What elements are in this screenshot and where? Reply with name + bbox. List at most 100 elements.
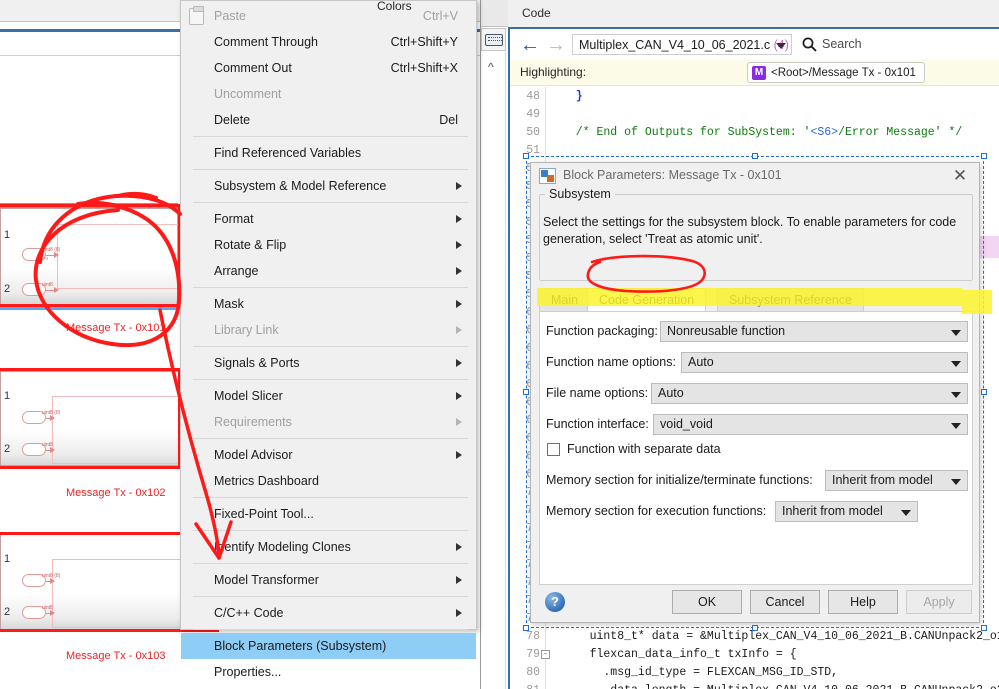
resize-handle-tr[interactable]: [981, 153, 987, 159]
paste-icon: [189, 6, 204, 25]
code-line: uint8_t* data = &Multiplex_CAN_V4_10_06_…: [562, 630, 999, 643]
resize-handle-mr[interactable]: [981, 389, 987, 395]
dialog-tabs[interactable]: Main Code Generation Subsystem Reference: [539, 288, 973, 312]
fold-toggle-icon[interactable]: -: [541, 650, 550, 659]
line-number: 79: [526, 648, 540, 661]
highlight-scope-chip[interactable]: M <Root>/Message Tx - 0x101: [747, 62, 925, 83]
menu-item-label: Properties...: [214, 665, 282, 679]
menu-item-model-transformer[interactable]: Model Transformer: [181, 567, 476, 593]
help-button[interactable]: Help: [828, 590, 898, 614]
menu-item-rotate-flip[interactable]: Rotate & Flip: [181, 232, 476, 258]
menu-item-properties[interactable]: Properties...: [181, 659, 476, 685]
menu-item-subsystem-model-reference[interactable]: Subsystem & Model Reference: [181, 173, 476, 199]
menu-item-mask[interactable]: Mask: [181, 291, 476, 317]
resize-handle-tl[interactable]: [523, 153, 529, 159]
menu-item-model-advisor[interactable]: Model Advisor: [181, 442, 476, 468]
chevron-up-icon[interactable]: ^: [488, 60, 494, 74]
menu-item-paste: Paste Ctrl+V: [181, 3, 476, 29]
line-number: 49: [526, 108, 540, 121]
chevron-down-icon[interactable]: [951, 361, 961, 367]
chevron-down-icon[interactable]: [951, 330, 961, 336]
back-arrow-icon[interactable]: ←: [520, 34, 540, 57]
field-combo-memory-section-execution[interactable]: Inherit from model: [775, 501, 918, 522]
file-selector-combo[interactable]: Multiplex_CAN_V4_10_06_2021.c (4): [572, 34, 792, 55]
menu-item-label: Subsystem & Model Reference: [214, 179, 387, 193]
close-icon[interactable]: ✕: [949, 166, 971, 186]
menu-item-identify-modeling-clones[interactable]: Identify Modeling Clones: [181, 534, 476, 560]
chevron-down-icon[interactable]: [776, 43, 786, 49]
menu-item-label: Paste: [214, 9, 246, 23]
menu-item-c-c-code[interactable]: C/C++ Code: [181, 600, 476, 626]
search-input[interactable]: Search: [822, 37, 862, 51]
field-combo-function-interface[interactable]: void_void: [653, 414, 968, 435]
menu-separator: [193, 497, 468, 498]
field-label-function-interface: Function interface:: [546, 417, 649, 431]
menu-item-label: Uncomment: [214, 87, 282, 101]
menu-item-label: Block Parameters (Subsystem): [214, 639, 387, 653]
search-icon[interactable]: [802, 37, 817, 57]
menu-item-arrange[interactable]: Arrange: [181, 258, 476, 284]
menu-item-metrics-dashboard[interactable]: Metrics Dashboard: [181, 468, 476, 494]
code-tabstrip[interactable]: Code: [508, 0, 999, 27]
field-combo-file-name-options[interactable]: Auto: [651, 383, 968, 404]
block-context-menu[interactable]: Colors Paste Ctrl+V Comment Through Ctrl+Sh…: [180, 0, 477, 679]
code-line: .msg_id_type = FLEXCAN_MSG_ID_STD,: [562, 666, 839, 679]
chevron-right-icon: [456, 451, 462, 459]
keyboard-icon-button[interactable]: [481, 28, 506, 51]
menu-item-label: Rotate & Flip: [214, 238, 287, 252]
block-caption: Message Tx - 0x103: [66, 650, 166, 662]
menu-item-find-referenced-variables[interactable]: Find Referenced Variables: [181, 140, 476, 166]
block-parameters-dialog[interactable]: Block Parameters: Message Tx - 0x101 ✕ S…: [530, 162, 980, 623]
menu-item-comment-out[interactable]: Comment Out Ctrl+Shift+X: [181, 55, 476, 81]
context-menu-items: Paste Ctrl+V Comment Through Ctrl+Shift+Y Co…: [181, 3, 476, 689]
field-label-memory-section-execution: Memory section for execution functions:: [546, 504, 767, 518]
resize-handle-bc[interactable]: [752, 625, 758, 631]
highlight-chip-text: <Root>/Message Tx - 0x101: [771, 67, 916, 79]
screenshot-root: 1 uint8 (8) 2 2 uint8 Message Tx - 0x101…: [0, 0, 999, 689]
ok-button[interactable]: OK: [672, 590, 742, 614]
menu-item-comment-through[interactable]: Comment Through Ctrl+Shift+Y: [181, 29, 476, 55]
resize-handle-tc[interactable]: [752, 153, 758, 159]
menu-separator: [193, 563, 468, 564]
resize-handle-bl[interactable]: [523, 625, 529, 631]
chevron-down-icon[interactable]: [951, 392, 961, 398]
menu-item-format[interactable]: Format: [181, 206, 476, 232]
help-circle-icon[interactable]: ?: [545, 592, 565, 612]
chevron-down-icon[interactable]: [901, 510, 911, 516]
chevron-down-icon[interactable]: [951, 479, 961, 485]
menu-item-signals-ports[interactable]: Signals & Ports: [181, 350, 476, 376]
dialog-titlebar[interactable]: Block Parameters: Message Tx - 0x101 ✕: [531, 163, 979, 190]
resize-handle-br[interactable]: [981, 625, 987, 631]
block-caption: Message Tx - 0x102: [66, 487, 166, 499]
field-combo-function-name-options[interactable]: Auto: [681, 352, 968, 373]
field-value-function-interface: void_void: [660, 417, 713, 431]
menu-item-label: Find Referenced Variables: [214, 146, 362, 160]
menu-item-delete[interactable]: Delete Del: [181, 107, 476, 133]
chevron-down-icon[interactable]: [951, 423, 961, 429]
left-rail-column[interactable]: ^: [481, 52, 506, 689]
checkbox-function-with-separate-data[interactable]: [547, 443, 560, 456]
menu-item-label: C/C++ Code: [214, 606, 284, 620]
menu-item-label: Identify Modeling Clones: [214, 540, 351, 554]
tab-code[interactable]: Code: [522, 6, 551, 20]
menu-separator: [193, 202, 468, 203]
field-combo-function-packaging[interactable]: Nonreusable function: [660, 321, 968, 342]
menu-item-label: Fixed-Point Tool...: [214, 507, 314, 521]
menu-item-label: Model Slicer: [214, 389, 283, 403]
menu-item-help[interactable]: Help: [181, 685, 476, 689]
field-combo-memory-section-init-terminate[interactable]: Inherit from model: [825, 470, 968, 491]
menu-item-label: Library Link: [214, 323, 279, 337]
code-line: flexcan_data_info_t txInfo = {: [562, 648, 797, 661]
chevron-right-icon: [456, 300, 462, 308]
tab-main[interactable]: Main: [539, 288, 591, 312]
menu-item-model-slicer[interactable]: Model Slicer: [181, 383, 476, 409]
tab-code-generation[interactable]: Code Generation: [587, 288, 707, 312]
menu-item-fixed-point-tool[interactable]: Fixed-Point Tool...: [181, 501, 476, 527]
tab-subsystem-reference[interactable]: Subsystem Reference: [717, 288, 864, 312]
cancel-button[interactable]: Cancel: [750, 590, 820, 614]
code-navigation-bar: ← → Multiplex_CAN_V4_10_06_2021.c (4) Se…: [510, 29, 999, 60]
menu-item-label: Comment Out: [214, 61, 292, 75]
resize-handle-ml[interactable]: [523, 389, 529, 395]
menu-separator: [193, 169, 468, 170]
menu-item-block-parameters-subsystem[interactable]: Block Parameters (Subsystem): [181, 633, 476, 659]
